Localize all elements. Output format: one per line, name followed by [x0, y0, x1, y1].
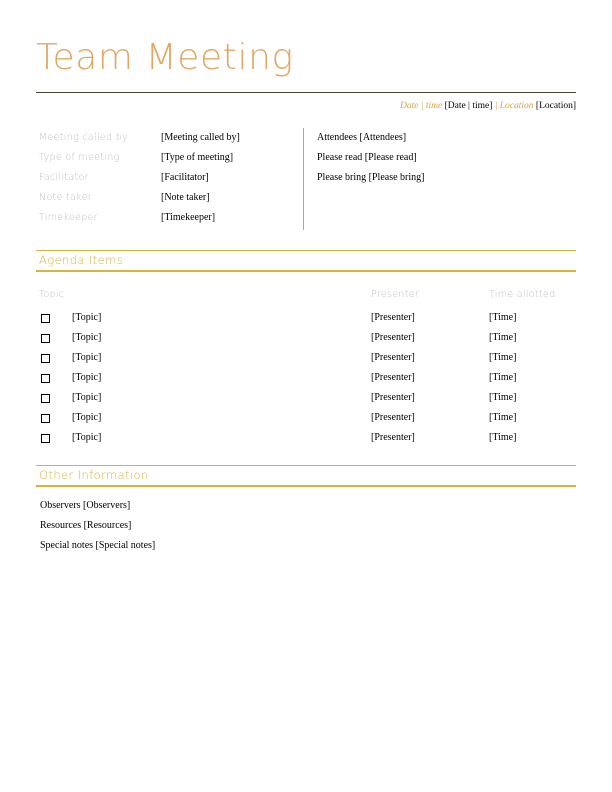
agenda-rule-bottom — [36, 270, 576, 272]
table-row: [Topic] [Presenter] [Time] — [36, 388, 576, 408]
cell-topic[interactable]: [Topic] — [72, 428, 101, 448]
info-row: Type of meeting [Type of meeting] — [36, 148, 298, 168]
cell-presenter[interactable]: [Presenter] — [371, 368, 415, 388]
agenda-table-body: [Topic] [Presenter] [Time] [Topic] [Pres… — [36, 308, 576, 448]
column-header-time-allotted: Time allotted — [489, 289, 556, 300]
checkbox-icon[interactable] — [41, 354, 50, 363]
info-label-facilitator: Facilitator — [39, 172, 89, 183]
cell-time[interactable]: [Time] — [489, 428, 516, 448]
checkbox-icon[interactable] — [41, 374, 50, 383]
cell-time[interactable]: [Time] — [489, 368, 516, 388]
table-row: [Topic] [Presenter] [Time] — [36, 428, 576, 448]
info-value-note-taker[interactable]: [Note taker] — [161, 188, 210, 208]
checkbox-icon[interactable] — [41, 434, 50, 443]
info-label-timekeeper: Timekeeper — [39, 212, 98, 223]
cell-presenter[interactable]: [Presenter] — [371, 308, 415, 328]
other-rule-bottom — [36, 485, 576, 487]
resources-line[interactable]: Resources [Resources] — [40, 516, 131, 536]
page-title: Team Meeting — [36, 37, 294, 78]
info-row: Attendees [Attendees] — [313, 128, 576, 148]
agenda-table-header: Topic Presenter Time allotted — [36, 289, 576, 305]
please-read-line[interactable]: Please read [Please read] — [317, 148, 417, 168]
location-label: Location — [499, 101, 534, 111]
cell-time[interactable]: [Time] — [489, 308, 516, 328]
other-information-body: Observers [Observers] Resources [Resourc… — [36, 496, 576, 556]
cell-presenter[interactable]: [Presenter] — [371, 408, 415, 428]
document-page: Team Meeting Date | time [Date | time] |… — [0, 0, 612, 792]
date-time-label: Date | time — [400, 101, 443, 111]
info-column-divider — [303, 128, 304, 230]
checkbox-icon[interactable] — [41, 314, 50, 323]
table-row: [Topic] [Presenter] [Time] — [36, 368, 576, 388]
column-header-presenter: Presenter — [371, 289, 420, 300]
cell-time[interactable]: [Time] — [489, 348, 516, 368]
info-row: Note taker [Note taker] — [36, 188, 298, 208]
please-bring-line[interactable]: Please bring [Please bring] — [317, 168, 424, 188]
meeting-meta-line: Date | time [Date | time] | Location [Lo… — [400, 100, 576, 112]
table-row: [Topic] [Presenter] [Time] — [36, 308, 576, 328]
title-divider-rule — [36, 92, 576, 93]
table-row: [Topic] [Presenter] [Time] — [36, 408, 576, 428]
info-label-type-of-meeting: Type of meeting — [39, 152, 120, 163]
location-value[interactable]: [Location] — [536, 101, 576, 111]
cell-topic[interactable]: [Topic] — [72, 388, 101, 408]
column-header-topic: Topic — [39, 289, 65, 300]
info-value-meeting-called-by[interactable]: [Meeting called by] — [161, 128, 240, 148]
meeting-info-left-column: Meeting called by [Meeting called by] Ty… — [36, 128, 298, 228]
cell-topic[interactable]: [Topic] — [72, 328, 101, 348]
info-value-facilitator[interactable]: [Facilitator] — [161, 168, 209, 188]
attendees-line[interactable]: Attendees [Attendees] — [317, 128, 406, 148]
checkbox-icon[interactable] — [41, 334, 50, 343]
other-information-section-header: Other Information — [36, 465, 576, 487]
date-time-value[interactable]: [Date | time] — [445, 101, 493, 111]
list-item: Resources [Resources] — [36, 516, 576, 536]
table-row: [Topic] [Presenter] [Time] — [36, 348, 576, 368]
cell-topic[interactable]: [Topic] — [72, 368, 101, 388]
info-row: Meeting called by [Meeting called by] — [36, 128, 298, 148]
cell-topic[interactable]: [Topic] — [72, 348, 101, 368]
meeting-info-right-column: Attendees [Attendees] Please read [Pleas… — [313, 128, 576, 188]
agenda-section-header: Agenda Items — [36, 250, 576, 272]
observers-line[interactable]: Observers [Observers] — [40, 496, 130, 516]
info-row: Please bring [Please bring] — [313, 168, 576, 188]
list-item: Observers [Observers] — [36, 496, 576, 516]
checkbox-icon[interactable] — [41, 414, 50, 423]
meeting-info-block: Meeting called by [Meeting called by] Ty… — [36, 128, 576, 232]
agenda-section-title: Agenda Items — [39, 253, 124, 267]
other-section-title: Other Information — [39, 468, 149, 482]
info-label-meeting-called-by: Meeting called by — [39, 132, 128, 143]
checkbox-icon[interactable] — [41, 394, 50, 403]
info-value-timekeeper[interactable]: [Timekeeper] — [161, 208, 215, 228]
cell-presenter[interactable]: [Presenter] — [371, 328, 415, 348]
info-row: Timekeeper [Timekeeper] — [36, 208, 298, 228]
cell-presenter[interactable]: [Presenter] — [371, 348, 415, 368]
cell-presenter[interactable]: [Presenter] — [371, 428, 415, 448]
cell-topic[interactable]: [Topic] — [72, 408, 101, 428]
cell-time[interactable]: [Time] — [489, 408, 516, 428]
info-row: Facilitator [Facilitator] — [36, 168, 298, 188]
special-notes-line[interactable]: Special notes [Special notes] — [40, 536, 155, 556]
cell-time[interactable]: [Time] — [489, 388, 516, 408]
info-row: Please read [Please read] — [313, 148, 576, 168]
list-item: Special notes [Special notes] — [36, 536, 576, 556]
cell-time[interactable]: [Time] — [489, 328, 516, 348]
table-row: [Topic] [Presenter] [Time] — [36, 328, 576, 348]
info-label-note-taker: Note taker — [39, 192, 92, 203]
cell-presenter[interactable]: [Presenter] — [371, 388, 415, 408]
cell-topic[interactable]: [Topic] — [72, 308, 101, 328]
info-value-type-of-meeting[interactable]: [Type of meeting] — [161, 148, 233, 168]
